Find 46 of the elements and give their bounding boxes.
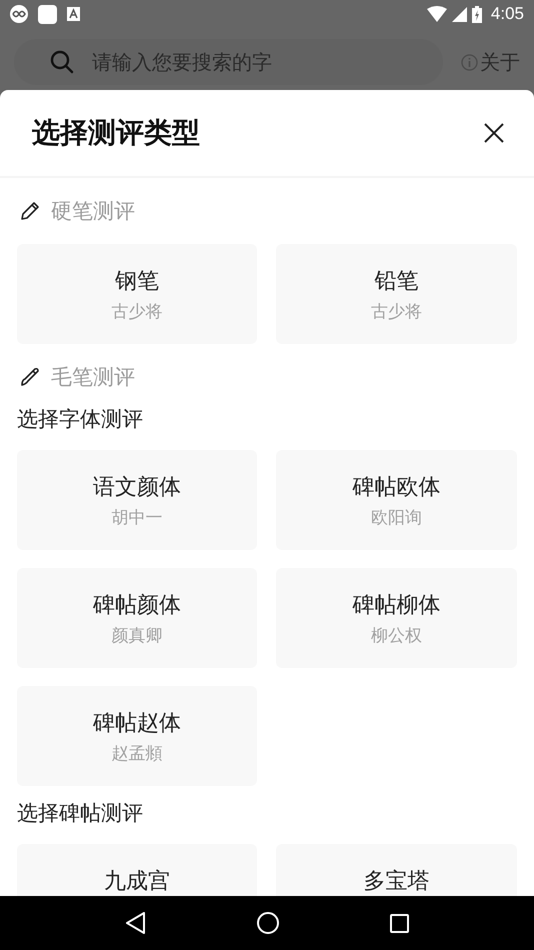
- info-icon: [461, 54, 478, 70]
- option-card[interactable]: 碑帖颜体 颜真卿: [17, 568, 257, 668]
- option-author: 胡中一: [112, 507, 162, 529]
- option-name: 铅笔: [374, 268, 418, 296]
- option-card[interactable]: 钢笔 古少将: [17, 244, 257, 344]
- option-author: 颜真卿: [112, 625, 162, 647]
- option-card[interactable]: 语文颜体 胡中一: [17, 450, 257, 550]
- option-author: 赵孟頫: [112, 743, 162, 765]
- option-card[interactable]: 铅笔 古少将: [276, 244, 517, 344]
- option-card[interactable]: 九成宫: [17, 844, 257, 896]
- option-name: 碑帖柳体: [352, 592, 440, 620]
- option-name: 碑帖颜体: [93, 592, 181, 620]
- search-icon: [50, 50, 74, 74]
- option-name: 钢笔: [115, 268, 159, 296]
- option-name: 碑帖欧体: [352, 474, 440, 502]
- battery-icon: [472, 6, 482, 22]
- option-name: 语文颜体: [93, 474, 181, 502]
- option-name: 多宝塔: [364, 868, 430, 896]
- option-card[interactable]: 多宝塔: [276, 844, 517, 896]
- wifi-icon: [426, 6, 447, 22]
- option-author: 柳公权: [371, 625, 422, 647]
- section-heading: 硬笔测评: [51, 198, 135, 225]
- close-button[interactable]: [482, 121, 506, 145]
- clock-time: 4:05: [490, 4, 524, 24]
- pencil-icon: [19, 200, 41, 222]
- option-name: 碑帖赵体: [93, 710, 181, 738]
- option-name: 九成宫: [104, 868, 170, 896]
- back-icon[interactable]: [126, 912, 146, 934]
- group-heading: 选择字体测评: [17, 406, 144, 433]
- close-icon: [484, 123, 504, 143]
- sheet-title: 选择测评类型: [32, 115, 200, 151]
- option-author: 欧阳询: [371, 507, 422, 529]
- app-icon: [10, 5, 28, 23]
- app-icon: [38, 4, 57, 24]
- group-heading: 选择碑帖测评: [17, 800, 144, 827]
- recents-icon[interactable]: [390, 914, 408, 932]
- option-author: 古少将: [112, 301, 162, 323]
- option-card[interactable]: 碑帖欧体 欧阳询: [276, 450, 517, 550]
- option-card[interactable]: 碑帖赵体 赵孟頫: [17, 686, 257, 786]
- home-icon[interactable]: [256, 912, 278, 934]
- section-heading: 毛笔测评: [51, 364, 135, 391]
- option-card[interactable]: 碑帖柳体 柳公权: [276, 568, 517, 668]
- signal-icon: [452, 6, 467, 22]
- option-author: 古少将: [371, 301, 422, 323]
- brush-icon: [19, 366, 41, 388]
- text-icon: [67, 7, 80, 21]
